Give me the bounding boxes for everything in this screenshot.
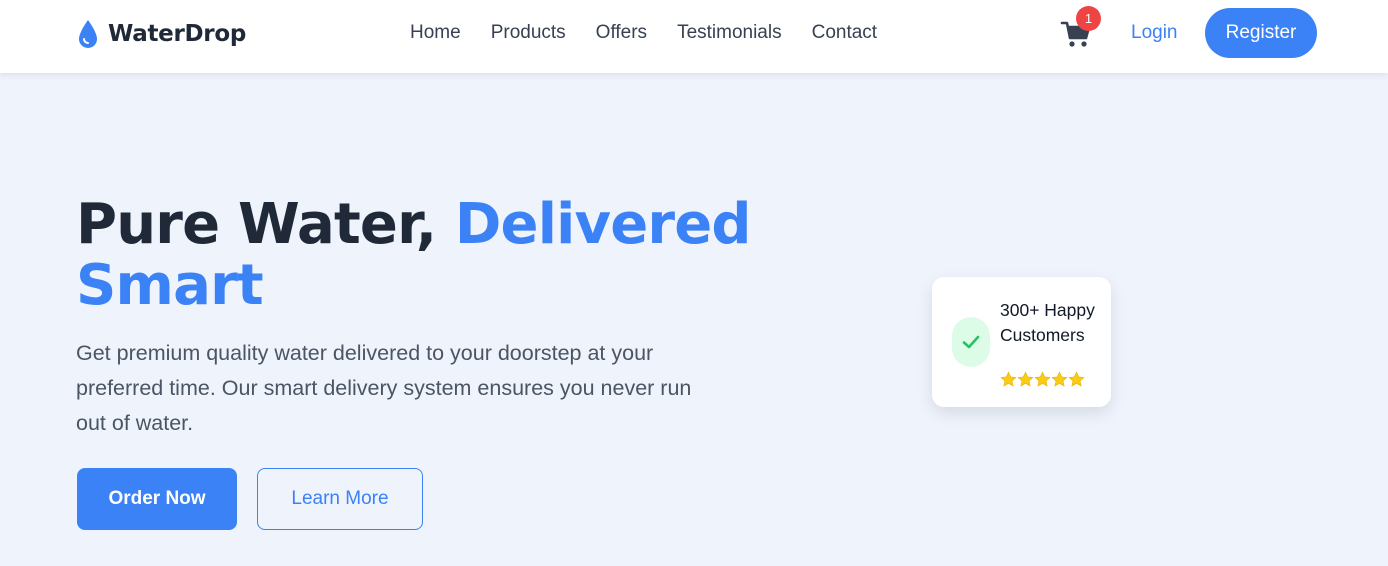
star-icon [1051,371,1068,387]
star-icon [1068,371,1085,387]
cart-button[interactable]: 1 [1060,6,1101,50]
brand-logo[interactable]: WaterDrop [76,16,246,52]
learn-more-button[interactable]: Learn More [257,468,423,530]
nav-link-offers[interactable]: Offers [596,22,647,44]
cart-count-badge: 1 [1076,6,1101,31]
happy-customers-text: 300+ Happy Customers [1000,300,1095,345]
order-now-button[interactable]: Order Now [77,468,237,530]
nav-link-products[interactable]: Products [491,22,566,44]
nav-link-home[interactable]: Home [410,22,461,44]
register-button[interactable]: Register [1205,8,1317,58]
navbar: WaterDrop Home Products Offers Testimoni… [0,0,1388,73]
login-link[interactable]: Login [1131,22,1178,44]
hero-title-main: Pure Water, [76,192,455,257]
hero-title: Pure Water, Delivered Smart [76,194,756,316]
brand-name: WaterDrop [108,21,247,47]
nav-link-testimonials[interactable]: Testimonials [677,22,782,44]
check-icon [962,335,980,349]
star-rating [1000,371,1085,388]
water-drop-icon [79,20,97,48]
hero-description: Get premium quality water delivered to y… [76,341,692,435]
star-icon [1017,371,1034,387]
nav-link-contact[interactable]: Contact [812,22,877,44]
happy-customers-card: 300+ Happy Customers [932,277,1111,407]
check-badge [952,317,990,367]
star-icon [1034,371,1051,387]
main-nav: Home Products Offers Testimonials Contac… [410,22,907,44]
star-icon [1000,371,1017,387]
